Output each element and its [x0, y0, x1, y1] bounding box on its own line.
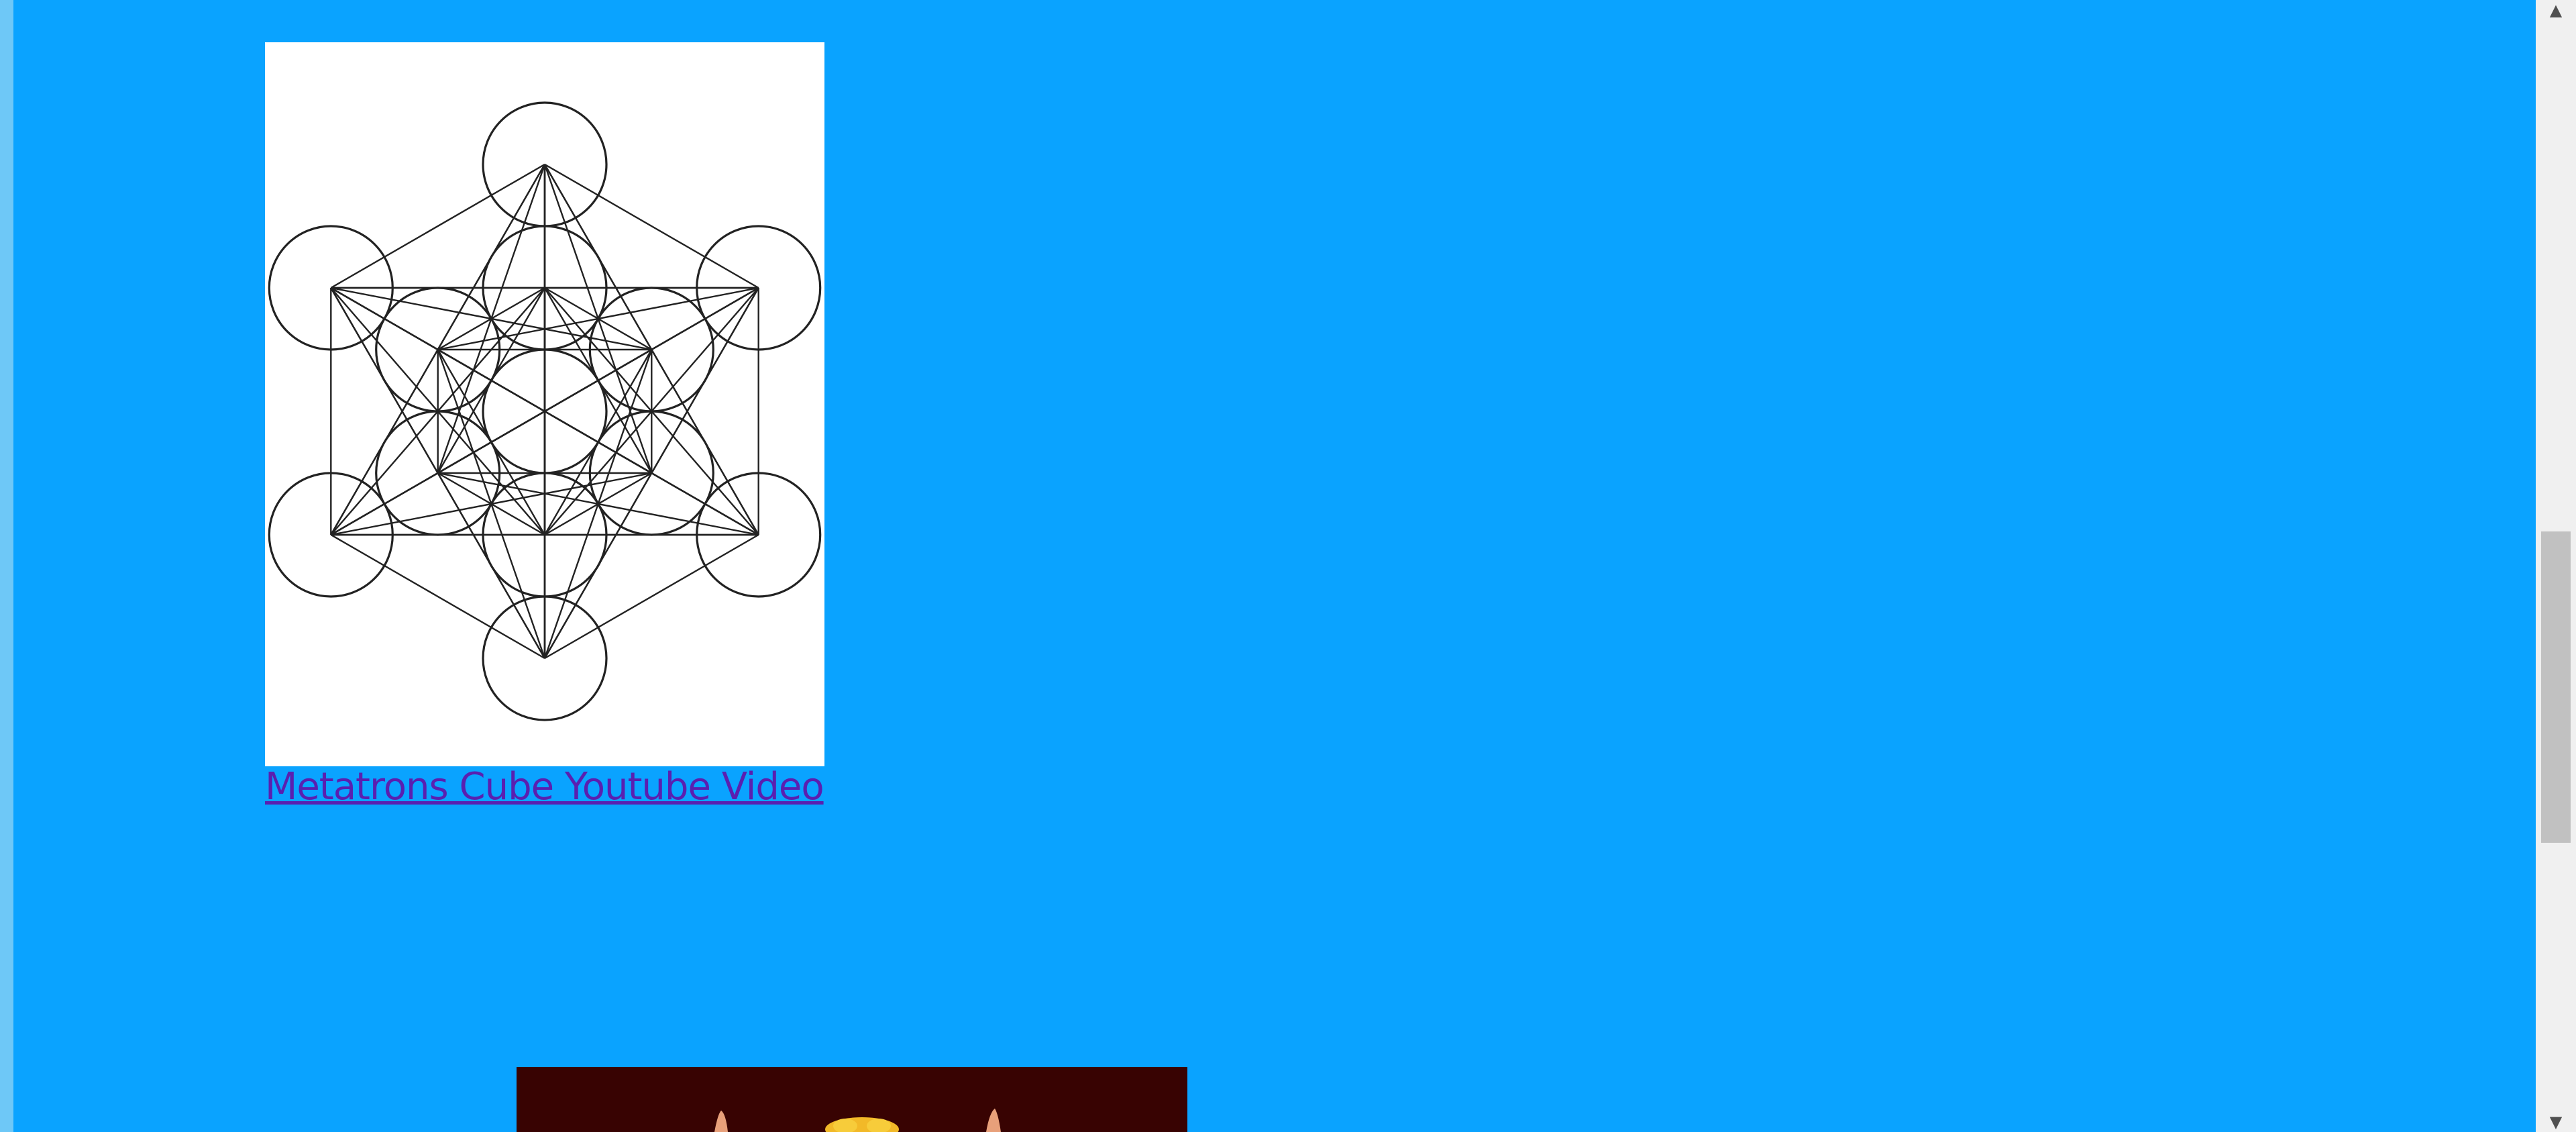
window-left-edge — [0, 0, 13, 1132]
scrollbar-thumb[interactable] — [2541, 531, 2571, 843]
metatrons-cube-image[interactable] — [265, 42, 824, 766]
metatrons-cube-icon — [268, 101, 822, 721]
second-image[interactable] — [517, 1067, 1187, 1132]
scroll-down-arrow-icon[interactable]: ▼ — [2536, 1112, 2576, 1132]
partial-illustration-icon — [517, 1067, 1187, 1132]
vertical-scrollbar[interactable]: ▲ ▼ — [2536, 0, 2576, 1132]
metatrons-cube-video-link[interactable]: Metatrons Cube Youtube Video — [265, 765, 824, 809]
scroll-up-arrow-icon[interactable]: ▲ — [2536, 0, 2576, 20]
